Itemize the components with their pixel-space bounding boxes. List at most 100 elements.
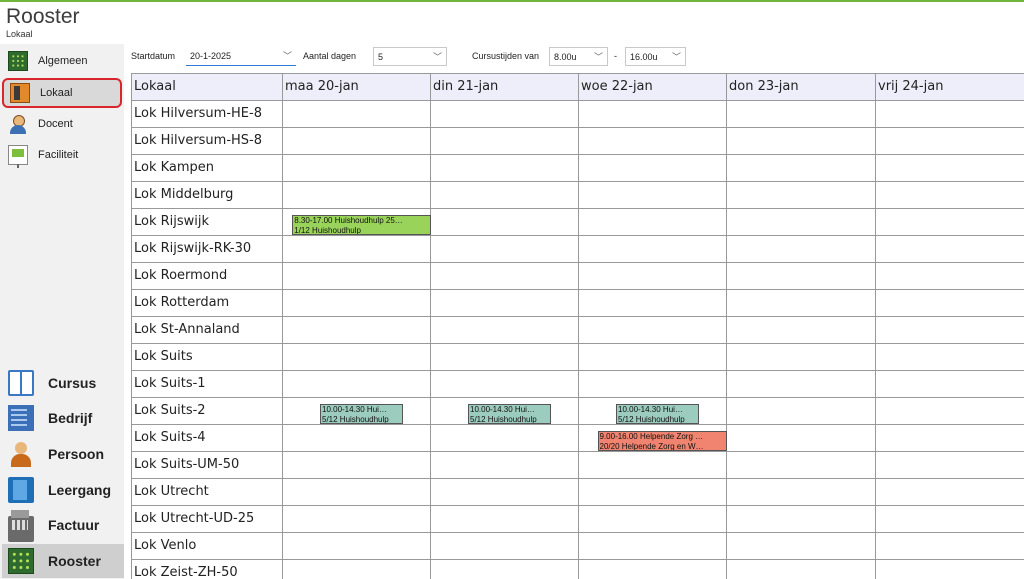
schedule-cell[interactable] [876, 263, 1024, 290]
schedule-cell[interactable] [579, 209, 727, 236]
schedule-cell[interactable] [876, 479, 1024, 506]
schedule-cell[interactable] [579, 452, 727, 479]
schedule-cell[interactable] [727, 263, 876, 290]
sidebar-item-leergang[interactable]: Leergang [2, 473, 124, 507]
sidebar-item-algemeen[interactable]: Algemeen [2, 46, 122, 76]
schedule-cell[interactable] [579, 128, 727, 155]
schedule-cell[interactable] [283, 479, 431, 506]
schedule-cell[interactable] [283, 317, 431, 344]
sidebar-item-rooster[interactable]: Rooster [2, 544, 124, 578]
schedule-cell[interactable] [579, 155, 727, 182]
schedule-cell[interactable] [876, 290, 1024, 317]
schedule-cell[interactable] [283, 128, 431, 155]
schedule-event[interactable]: 10.00-14.30 Hui… 5/12 Huishoudhulp [320, 404, 404, 424]
schedule-cell[interactable] [876, 182, 1024, 209]
schedule-cell[interactable] [579, 479, 727, 506]
schedule-cell[interactable] [579, 182, 727, 209]
schedule-cell[interactable] [579, 317, 727, 344]
schedule-cell[interactable] [727, 128, 876, 155]
schedule-cell[interactable] [431, 236, 579, 263]
schedule-cell[interactable] [579, 236, 727, 263]
schedule-cell[interactable] [876, 506, 1024, 533]
schedule-cell[interactable] [876, 533, 1024, 560]
schedule-cell[interactable] [431, 344, 579, 371]
schedule-cell[interactable] [727, 182, 876, 209]
schedule-cell[interactable] [431, 101, 579, 128]
schedule-cell[interactable] [579, 533, 727, 560]
sidebar-item-cursus[interactable]: Cursus [2, 366, 124, 400]
schedule-cell[interactable] [431, 317, 579, 344]
schedule-cell[interactable] [431, 425, 579, 452]
schedule-cell[interactable] [876, 236, 1024, 263]
schedule-cell[interactable] [876, 425, 1024, 452]
schedule-cell[interactable] [283, 452, 431, 479]
schedule-cell[interactable] [727, 506, 876, 533]
schedule-cell[interactable] [876, 398, 1024, 425]
schedule-cell[interactable] [727, 155, 876, 182]
schedule-cell[interactable] [283, 101, 431, 128]
schedule-cell[interactable] [727, 560, 876, 579]
schedule-cell[interactable] [431, 155, 579, 182]
schedule-cell[interactable] [727, 290, 876, 317]
sidebar-item-bedrijf[interactable]: Bedrijf [2, 401, 124, 435]
schedule-cell[interactable] [579, 290, 727, 317]
schedule-event[interactable]: 10.00-14.30 Hui… 5/12 Huishoudhulp [616, 404, 700, 424]
schedule-cell[interactable] [431, 533, 579, 560]
schedule-cell[interactable] [283, 182, 431, 209]
sidebar-item-persoon[interactable]: Persoon [2, 437, 124, 471]
schedule-cell[interactable] [283, 560, 431, 579]
schedule-cell[interactable] [283, 506, 431, 533]
schedule-cell[interactable] [876, 371, 1024, 398]
schedule-cell[interactable] [283, 290, 431, 317]
schedule-cell[interactable] [727, 371, 876, 398]
schedule-cell[interactable] [431, 182, 579, 209]
schedule-cell[interactable] [431, 209, 579, 236]
schedule-cell[interactable] [727, 533, 876, 560]
schedule-cell[interactable] [876, 101, 1024, 128]
schedule-cell[interactable] [283, 371, 431, 398]
sidebar-item-lokaal[interactable]: Lokaal [2, 78, 122, 108]
schedule-cell[interactable] [431, 452, 579, 479]
time-to-select[interactable]: 16.00u ﹀ [625, 47, 686, 66]
schedule-cell[interactable] [727, 398, 876, 425]
schedule-cell[interactable] [283, 344, 431, 371]
schedule-cell[interactable] [283, 533, 431, 560]
aantal-dagen-select[interactable]: 5 ﹀ [373, 47, 447, 66]
schedule-event[interactable]: 10.00-14.30 Hui… 5/12 Huishoudhulp [468, 404, 552, 424]
schedule-cell[interactable] [876, 128, 1024, 155]
schedule-cell[interactable] [579, 101, 727, 128]
sidebar-item-faciliteit[interactable]: Faciliteit [2, 140, 122, 170]
schedule-cell[interactable] [283, 263, 431, 290]
schedule-cell[interactable] [727, 317, 876, 344]
time-from-select[interactable]: 8.00u ﹀ [549, 47, 608, 66]
schedule-cell[interactable] [431, 371, 579, 398]
schedule-cell[interactable] [283, 155, 431, 182]
sidebar-item-docent[interactable]: Docent [2, 109, 122, 139]
schedule-cell[interactable] [727, 479, 876, 506]
schedule-cell[interactable] [579, 263, 727, 290]
schedule-cell[interactable] [727, 425, 876, 452]
schedule-event[interactable]: 9.00-16.00 Helpende Zorg … 20/20 Helpende… [597, 431, 727, 451]
schedule-cell[interactable] [876, 560, 1024, 579]
schedule-cell[interactable] [727, 344, 876, 371]
schedule-cell[interactable] [727, 236, 876, 263]
schedule-event[interactable]: 8.30-17.00 Huishoudhulp 25… 1/12 Huishoud… [292, 215, 431, 235]
schedule-cell[interactable] [876, 155, 1024, 182]
schedule-cell[interactable] [431, 128, 579, 155]
schedule-cell[interactable] [727, 452, 876, 479]
schedule-cell[interactable] [431, 263, 579, 290]
schedule-cell[interactable] [727, 101, 876, 128]
schedule-cell[interactable] [876, 344, 1024, 371]
schedule-cell[interactable] [876, 452, 1024, 479]
schedule-cell[interactable] [579, 344, 727, 371]
schedule-cell[interactable] [876, 209, 1024, 236]
schedule-cell[interactable] [431, 479, 579, 506]
schedule-cell[interactable] [876, 317, 1024, 344]
schedule-cell[interactable] [431, 506, 579, 533]
sidebar-item-factuur[interactable]: Factuur [2, 508, 124, 542]
schedule-cell[interactable] [283, 236, 431, 263]
schedule-cell[interactable] [579, 371, 727, 398]
startdatum-picker[interactable]: 20-1-2025 ﹀ [186, 47, 296, 66]
schedule-cell[interactable] [579, 506, 727, 533]
schedule-cell[interactable] [579, 560, 727, 579]
